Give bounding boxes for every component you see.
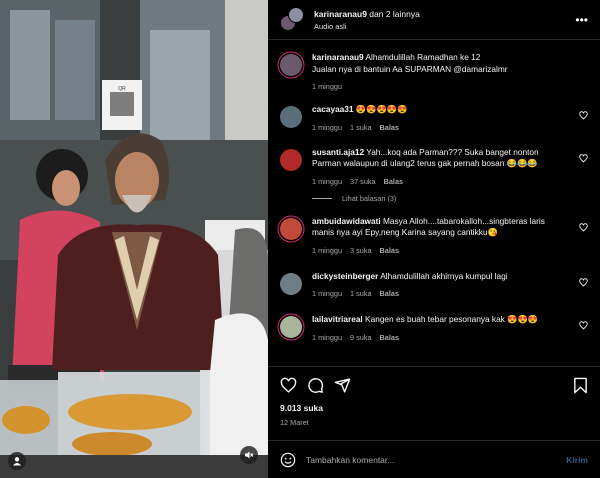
- reply-button[interactable]: Balas: [384, 177, 403, 186]
- comment-username[interactable]: lailavitriareal: [312, 314, 363, 324]
- comment-likes[interactable]: 37 suka: [350, 177, 376, 186]
- reply-button[interactable]: Balas: [380, 246, 399, 255]
- avatar: [288, 6, 304, 23]
- comment-text: Alhamdulillah akhirnya kumpul lagi: [378, 270, 508, 281]
- avatar[interactable]: [280, 316, 302, 338]
- comment-text: 😍😍😍😍😍: [353, 104, 408, 114]
- send-icon: [334, 377, 351, 393]
- header-username[interactable]: karinaranau9: [314, 9, 367, 19]
- heart-icon[interactable]: [579, 277, 588, 287]
- comment-username[interactable]: ambuidawidawati: [312, 216, 381, 226]
- comment-time: 1 minggu: [312, 332, 343, 342]
- avatar[interactable]: [280, 148, 302, 171]
- comment-time: 1 minggu: [312, 122, 343, 132]
- avatar[interactable]: [280, 106, 302, 128]
- comment-username[interactable]: dickysteinberger: [312, 271, 378, 281]
- divider: [312, 197, 332, 199]
- view-replies-button[interactable]: Lihat balasan (3): [312, 194, 588, 203]
- more-horizontal-icon[interactable]: •••: [575, 13, 588, 27]
- reply-button[interactable]: Balas: [380, 333, 399, 342]
- comment-list[interactable]: karinaranau9 Alhamdulillah Ramadhan ke 1…: [268, 40, 600, 366]
- post-actions: 9.013 suka 12 Maret: [268, 366, 600, 440]
- comment-item: lailavitriareal Kangen es buah tebar pes…: [280, 314, 588, 342]
- bookmark-icon: [574, 377, 587, 393]
- reply-button[interactable]: Balas: [380, 289, 399, 298]
- comment-likes[interactable]: 1 suka: [350, 289, 372, 298]
- qr-sign-text: QR: [118, 86, 126, 92]
- speaker-muted-icon: [245, 451, 254, 459]
- avatar[interactable]: [280, 217, 302, 240]
- caption-line2: Jualan nya di bantuin Aa SUPARMAN @damar…: [312, 63, 508, 74]
- post-date: 12 Maret: [280, 418, 309, 427]
- heart-icon: [280, 377, 297, 393]
- like-button[interactable]: [280, 377, 297, 394]
- caption-line1: Alhamdulillah Ramadhan ke 12: [363, 52, 481, 62]
- caption-time: 1 minggu: [312, 82, 343, 91]
- share-button[interactable]: [334, 377, 351, 394]
- reply-button[interactable]: Balas: [380, 123, 399, 132]
- comment-button[interactable]: [307, 377, 324, 394]
- tagged-users-button[interactable]: [8, 452, 26, 470]
- comment-likes[interactable]: 3 suka: [350, 246, 372, 255]
- comment-text: Kangen es buah tebar pesonanya kak 😍😍😍: [362, 314, 539, 324]
- add-comment-bar: Kirim: [268, 440, 600, 478]
- collab-suffix[interactable]: dan 2 lainnya: [367, 9, 420, 19]
- caption-username[interactable]: karinaranau9: [312, 52, 364, 62]
- post-comment-button[interactable]: Kirim: [566, 455, 588, 465]
- user-icon: [13, 457, 21, 466]
- comment-likes[interactable]: 9 suka: [350, 333, 372, 342]
- comment-input[interactable]: [306, 454, 567, 465]
- heart-icon[interactable]: [579, 153, 588, 163]
- comments-panel: karinaranau9 dan 2 lainnya Audio asli ••…: [268, 0, 600, 478]
- comment-time: 1 minggu: [312, 289, 343, 298]
- collab-avatars[interactable]: [280, 6, 306, 33]
- heart-icon[interactable]: [579, 111, 588, 120]
- save-button[interactable]: [573, 377, 588, 394]
- avatar[interactable]: [280, 272, 302, 295]
- audio-link[interactable]: Audio asli: [314, 22, 575, 31]
- mute-button[interactable]: [240, 446, 258, 464]
- comment-time: 1 minggu: [312, 176, 343, 186]
- comment-item: cacayaa31 😍😍😍😍😍 1 minggu 1 suka Balas: [280, 104, 588, 132]
- likes-count[interactable]: 9.013 suka: [280, 403, 588, 413]
- heart-icon[interactable]: [579, 222, 588, 232]
- comment-likes[interactable]: 1 suka: [350, 123, 372, 132]
- comment-bubble-icon: [308, 377, 324, 393]
- view-replies-label[interactable]: Lihat balasan (3): [342, 194, 396, 203]
- avatar[interactable]: [280, 54, 302, 76]
- emoji-icon[interactable]: [280, 452, 296, 468]
- comment-item: susanti.aja12 Yah...koq ada Parman??? Su…: [280, 147, 588, 186]
- comment-item: ambuidawidawati Masya Alloh....tabarokal…: [280, 216, 588, 255]
- comment-time: 1 minggu: [312, 245, 343, 255]
- post-media[interactable]: QR: [0, 0, 268, 478]
- post-header: karinaranau9 dan 2 lainnya Audio asli ••…: [268, 0, 600, 40]
- post-caption: karinaranau9 Alhamdulillah Ramadhan ke 1…: [280, 52, 588, 91]
- post-photo: [0, 0, 268, 478]
- comment-username[interactable]: susanti.aja12: [312, 147, 364, 157]
- heart-icon[interactable]: [579, 321, 588, 330]
- comment-username[interactable]: cacayaa31: [312, 104, 354, 114]
- comment-item: dickysteinberger Alhamdulillah akhirnya …: [280, 270, 588, 298]
